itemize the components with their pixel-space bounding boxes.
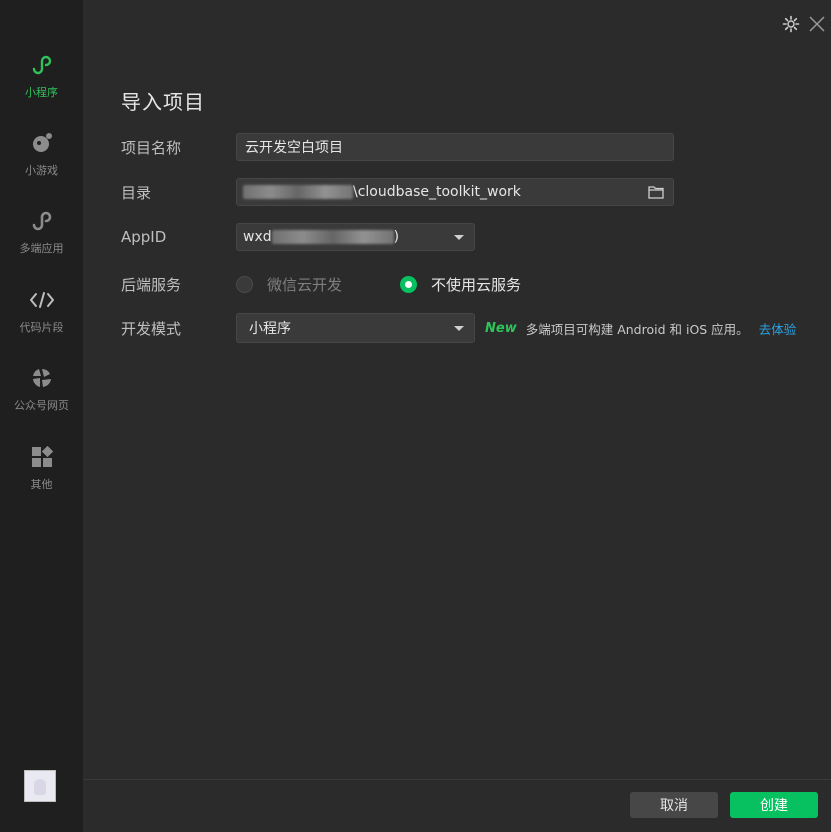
appid-value-prefix: wxd [243, 229, 272, 245]
settings-gear-icon[interactable] [781, 14, 801, 34]
appid-row: AppID wxd ) [121, 223, 475, 251]
appid-label: AppID [121, 228, 167, 246]
chevron-down-icon [454, 235, 464, 240]
directory-input[interactable]: \cloudbase_toolkit_work [236, 178, 674, 206]
close-icon[interactable] [807, 14, 827, 34]
redacted-path [243, 185, 353, 199]
redacted-appid [271, 230, 394, 244]
multi-app-icon [29, 208, 55, 234]
avatar[interactable] [24, 770, 56, 802]
radio-wechat-cloud[interactable]: 微信云开发 [236, 274, 342, 295]
code-snippet-icon [29, 287, 55, 313]
appid-select[interactable]: wxd ) [236, 223, 475, 251]
backend-label: 后端服务 [121, 276, 182, 294]
sidebar-item-other[interactable]: 其他 [0, 444, 83, 514]
sidebar-item-label: 公众号网页 [14, 399, 69, 412]
dev-mode-select[interactable]: 小程序 [236, 313, 475, 343]
new-badge: New [485, 320, 517, 336]
directory-label: 目录 [121, 183, 152, 202]
mini-program-icon [29, 52, 55, 78]
appid-value-suffix: ) [393, 229, 400, 245]
project-name-input[interactable]: 云开发空白项目 [236, 133, 674, 161]
page-title: 导入项目 [121, 90, 205, 114]
dev-mode-label: 开发模式 [121, 319, 182, 338]
window-controls [781, 14, 827, 34]
sidebar-item-label: 小游戏 [25, 164, 58, 177]
sidebar-item-multi-app[interactable]: 多端应用 [0, 208, 83, 278]
sidebar-item-mini-game[interactable]: 小游戏 [0, 130, 83, 200]
radio-label: 不使用云服务 [431, 276, 522, 294]
dev-mode-row: 开发模式 小程序 New 多端项目可构建 Android 和 iOS 应用。 去… [121, 313, 796, 343]
sidebar-item-label: 多端应用 [19, 242, 64, 255]
directory-value: \cloudbase_toolkit_work [353, 184, 521, 200]
other-apps-icon [29, 444, 55, 470]
project-name-value: 云开发空白项目 [245, 140, 343, 156]
project-name-row: 项目名称 云开发空白项目 [121, 133, 674, 161]
try-it-link[interactable]: 去体验 [759, 319, 797, 338]
sidebar-item-code-snippet[interactable]: 代码片段 [0, 287, 83, 357]
sidebar-item-label: 代码片段 [19, 321, 64, 334]
sidebar-item-label: 小程序 [25, 86, 58, 99]
project-name-label: 项目名称 [121, 138, 182, 157]
folder-icon[interactable] [648, 185, 664, 199]
import-project-panel: 导入项目 项目名称 云开发空白项目 目录 \cloudbase_toolkit_… [83, 0, 831, 832]
sidebar-item-official-account-web[interactable]: 公众号网页 [0, 365, 83, 435]
multi-platform-hint: 多端项目可构建 Android 和 iOS 应用。 [525, 321, 749, 337]
radio-unchecked-icon [236, 276, 253, 293]
radio-label: 微信云开发 [267, 276, 343, 294]
cancel-button[interactable]: 取消 [630, 792, 718, 818]
create-button[interactable]: 创建 [730, 792, 818, 818]
radio-no-cloud[interactable]: 不使用云服务 [400, 274, 521, 295]
mini-game-icon [29, 130, 55, 156]
sidebar-item-label: 其他 [30, 478, 53, 491]
dev-mode-value: 小程序 [249, 321, 291, 337]
backend-row: 后端服务 微信云开发 不使用云服务 [121, 274, 521, 295]
official-account-web-icon [29, 365, 55, 391]
sidebar: 小程序 小游戏 多端应用 代码片段 公众号网页 其他 [0, 0, 83, 832]
sidebar-item-mini-program[interactable]: 小程序 [0, 52, 83, 122]
radio-checked-icon [400, 276, 418, 293]
directory-row: 目录 \cloudbase_toolkit_work [121, 178, 674, 206]
footer-divider [83, 779, 831, 780]
chevron-down-icon [454, 326, 464, 331]
